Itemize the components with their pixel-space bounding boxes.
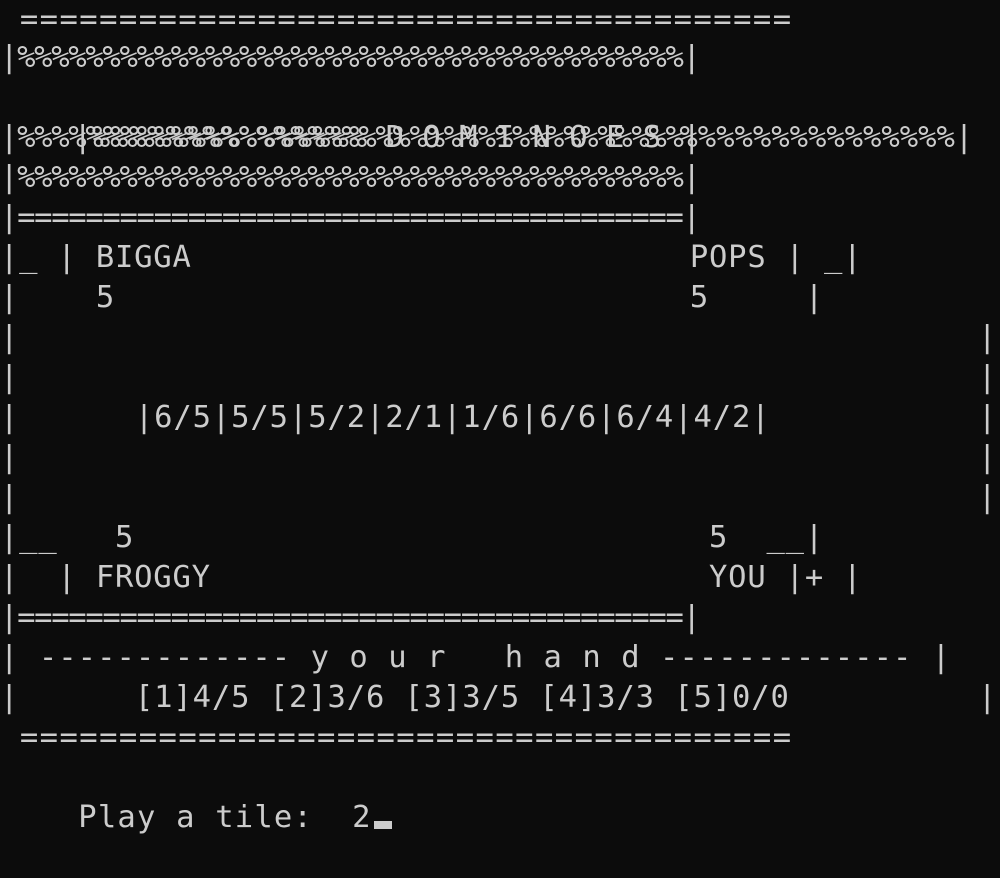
banner-percent-row: |%%%%%%%%%%%%%%%%%%%%%%%%%%%%%%%%%%%%%%%…	[0, 40, 701, 75]
hand-header: | ------------- y o u r h a n d --------…	[0, 640, 952, 675]
text-cursor	[373, 821, 392, 829]
terminal-window: ======================================= …	[0, 0, 1000, 835]
board-border-right: |	[978, 440, 998, 475]
banner-title-row: |%%%%%%%%%%%%%%% D O M I N O E S %%%%%%%…	[0, 78, 973, 155]
top-rule: =======================================	[0, 2, 793, 37]
board-border-right: |	[978, 400, 998, 435]
board-blank-row: |	[0, 440, 20, 475]
hand-divider: |=======================================…	[0, 600, 701, 635]
prompt-input[interactable]: 2	[352, 800, 372, 835]
board-border-right: |	[978, 480, 998, 515]
board-blank-row: |	[0, 360, 20, 395]
command-prompt[interactable]: Play a tile: 2	[0, 758, 392, 835]
banner-percent-row: |%%%%%%%%%%%%%%%%%%%%%%%%%%%%%%%%%%%%%%%…	[0, 160, 701, 195]
board-border-right: |	[978, 360, 998, 395]
player-row-bottom: | | FROGGY YOU |+ |	[0, 560, 863, 595]
bottom-rule: =======================================	[0, 720, 793, 755]
player-row-top: |_ | BIGGA POPS | _|	[0, 240, 863, 275]
board-blank-row: |	[0, 320, 20, 355]
tile-count-row-bottom: |__ 5 5 __|	[0, 520, 824, 555]
hand-border-right: |	[978, 680, 998, 715]
tile-count-row-top: | 5 5 |	[0, 280, 824, 315]
banner-divider: |=======================================…	[0, 200, 701, 235]
banner-percent-row: |%%%%%%%%%%%%%%%%%%%%%%%%%%%%%%%%%%%%%%%…	[0, 120, 701, 155]
hand-tiles: | [1]4/5 [2]3/6 [3]3/5 [4]3/3 [5]0/0	[0, 680, 790, 715]
board-border-right: |	[978, 320, 998, 355]
board-blank-row: |	[0, 480, 20, 515]
domino-chain: | |6/5|5/5|5/2|2/1|1/6|6/6|6/4|4/2|	[0, 400, 771, 435]
prompt-label: Play a tile:	[78, 800, 314, 835]
